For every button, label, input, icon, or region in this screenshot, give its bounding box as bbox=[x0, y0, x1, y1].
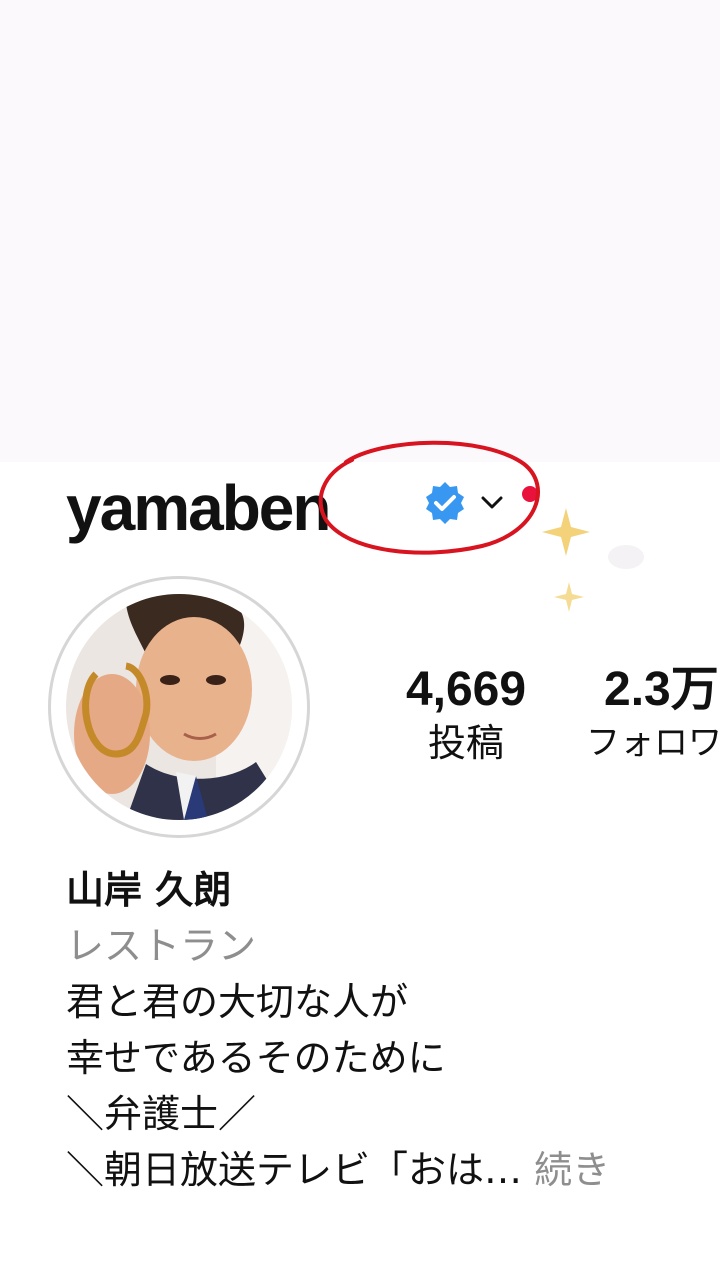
bio-truncated-text: ＼朝日放送テレビ「おは… bbox=[66, 1148, 523, 1192]
stat-followers-count: 2.3万 bbox=[604, 663, 719, 716]
bio-category[interactable]: レストラン bbox=[66, 918, 720, 974]
stat-followers-label: フォロワー bbox=[586, 723, 720, 763]
sparkle-small-icon bbox=[554, 582, 584, 612]
stat-posts-count: 4,669 bbox=[405, 663, 527, 716]
red-circle-annotation bbox=[318, 440, 540, 555]
profile-bio: 山岸 久朗 レストラン 君と君の大切な人が 幸せであるそのために ＼弁護士／ ＼… bbox=[66, 862, 720, 1198]
stat-posts[interactable]: 4,669 投稿 bbox=[378, 662, 554, 768]
sparkle-glow-icon bbox=[608, 545, 644, 569]
profile-username[interactable]: yamaben bbox=[66, 468, 331, 548]
bio-line: 幸せであるそのために bbox=[66, 1036, 446, 1080]
bio-more-link[interactable]: 続き bbox=[534, 1148, 610, 1192]
bio-line-truncated: ＼朝日放送テレビ「おは… 続き bbox=[66, 1142, 720, 1198]
stat-followers[interactable]: 2.3万 フォロワー bbox=[586, 662, 720, 768]
avatar[interactable] bbox=[66, 594, 292, 820]
bio-line: ＼弁護士／ bbox=[66, 1092, 257, 1136]
bio-line: 君と君の大切な人が bbox=[66, 980, 409, 1024]
stat-posts-label: 投稿 bbox=[427, 721, 504, 765]
profile-photo-icon bbox=[66, 594, 292, 820]
bio-name: 山岸 久朗 bbox=[66, 868, 232, 912]
sparkle-icon bbox=[542, 508, 590, 556]
